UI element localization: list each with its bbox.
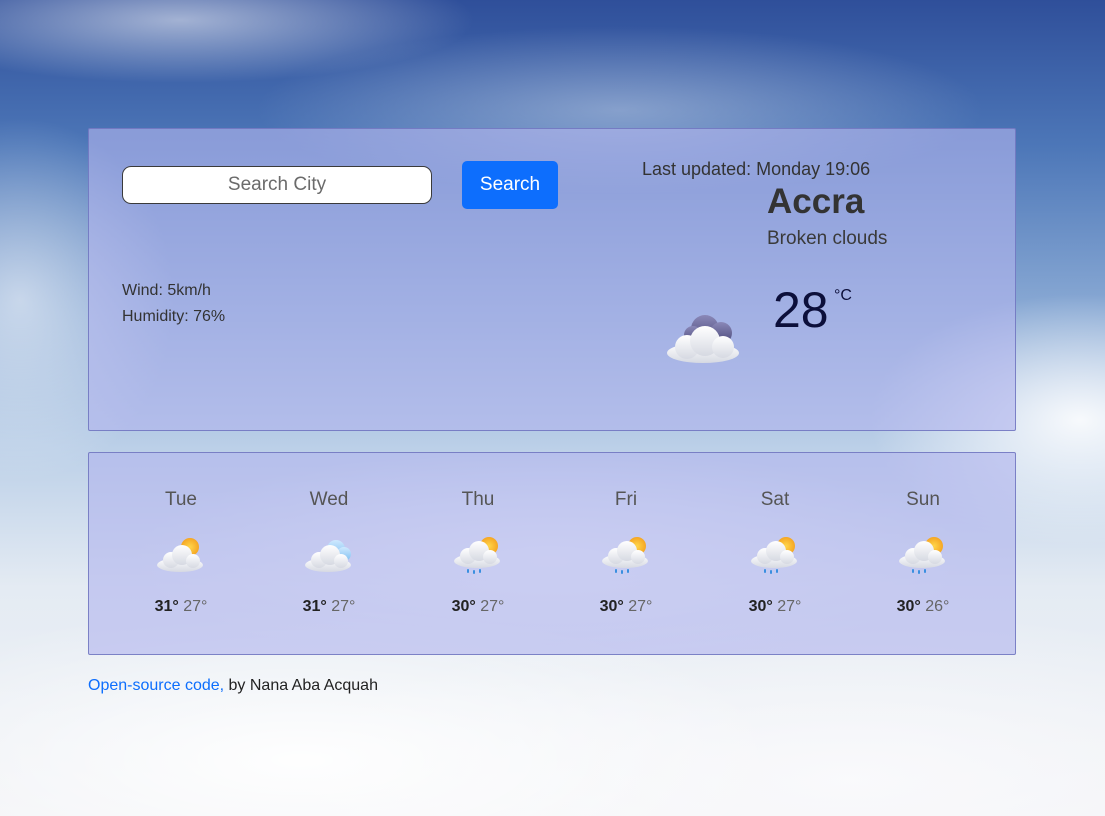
footer-credit: by Nana Aba Acquah — [224, 677, 378, 694]
forecast-day-name: Thu — [461, 489, 495, 510]
footer: Open-source code, by Nana Aba Acquah — [88, 677, 378, 695]
forecast-day-name: Wed — [309, 489, 349, 510]
open-source-link[interactable]: Open-source code, — [88, 677, 224, 694]
weather-condition: Broken clouds — [767, 228, 888, 249]
current-weather-card: Search Last updated: Monday 19:06 Accra … — [88, 128, 1016, 431]
forecast-day-name: Fri — [614, 489, 638, 510]
sun-rain-icon — [899, 537, 945, 574]
forecast-temp-min: 26° — [925, 598, 950, 615]
forecast-day: Sat 30° 27° — [710, 453, 840, 653]
search-input[interactable] — [122, 166, 432, 204]
forecast-temp-max: 31° — [302, 598, 327, 615]
forecast-day: Tue 31° 27° — [116, 453, 246, 653]
current-temperature: 28 — [773, 282, 829, 338]
humidity: Humidity: 76% — [122, 308, 226, 325]
search-button[interactable]: Search — [462, 161, 558, 209]
forecast-day-name: Tue — [164, 489, 198, 510]
forecast-temp-max: 30° — [748, 598, 773, 615]
sun-rain-icon — [602, 537, 648, 574]
sun-rain-icon — [454, 537, 500, 574]
forecast-day-name: Sun — [906, 489, 940, 510]
forecast-temp-max: 30° — [451, 598, 476, 615]
last-updated: Last updated: Monday 19:06 — [642, 159, 871, 179]
forecast-temp-max: 30° — [599, 598, 624, 615]
temperature-unit[interactable]: °C — [834, 287, 852, 305]
forecast-temp-min: 27° — [777, 598, 802, 615]
forecast-day: Fri 30° 27° — [561, 453, 691, 653]
forecast-temp-max: 30° — [896, 598, 921, 615]
sun-cloud-icon — [157, 538, 203, 572]
forecast-day: Sun 30° 26° — [858, 453, 988, 653]
forecast-temp-max: 31° — [154, 598, 179, 615]
sun-rain-icon — [751, 537, 797, 574]
forecast-temp-min: 27° — [183, 598, 208, 615]
forecast-temp-min: 27° — [628, 598, 653, 615]
city-name: Accra — [767, 182, 865, 221]
forecast-day-name: Sat — [760, 489, 790, 510]
forecast-day: Wed 31° 27° — [264, 453, 394, 653]
wind-speed: Wind: 5km/h — [122, 282, 211, 299]
broken-clouds-icon — [667, 315, 739, 363]
clouds-icon — [305, 540, 351, 572]
forecast-temp-min: 27° — [480, 598, 505, 615]
forecast-day: Thu 30° 27° — [413, 453, 543, 653]
forecast-temp-min: 27° — [331, 598, 356, 615]
forecast-card: Tue 31° 27° Wed 31° 27° Thu 30° 27° Fri … — [88, 452, 1016, 655]
